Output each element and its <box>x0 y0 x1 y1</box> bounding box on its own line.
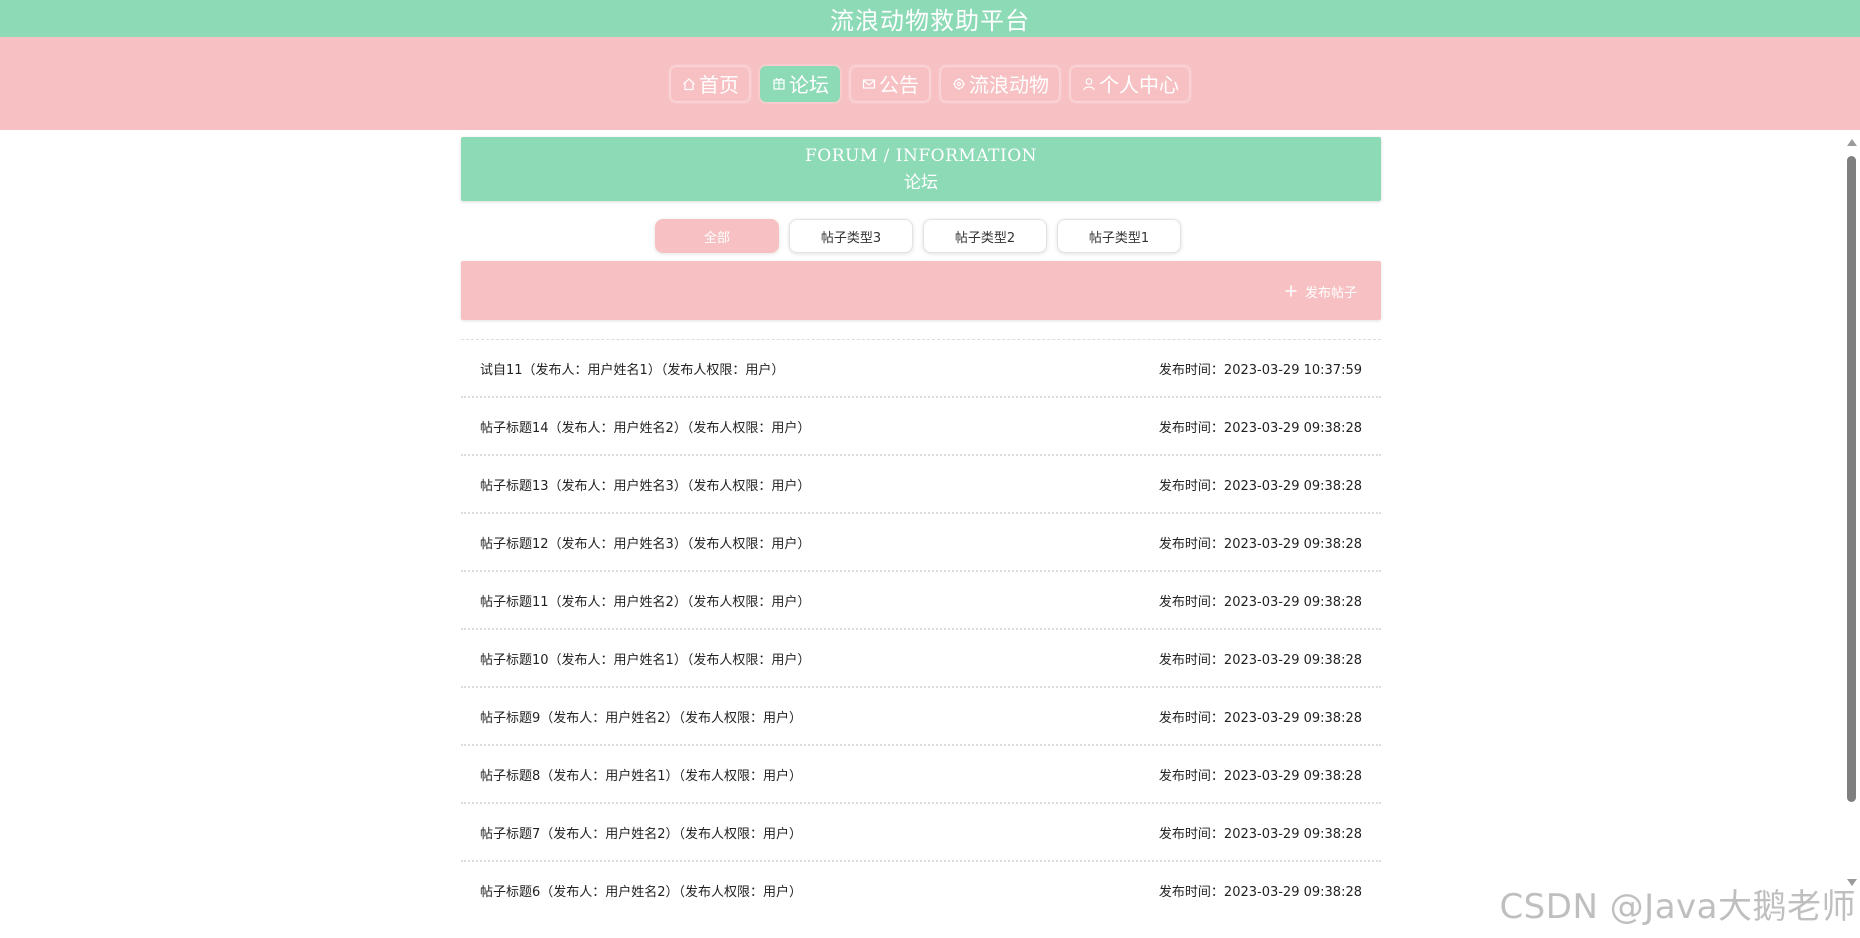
post-list: 试自11（发布人：用户姓名1）（发布人权限：用户） 发布时间：2023-03-2… <box>461 339 1381 900</box>
post-time: 发布时间：2023-03-29 09:38:28 <box>1158 478 1362 494</box>
nav-item-forum[interactable]: 论坛 <box>760 65 840 102</box>
mail-icon <box>861 76 877 92</box>
tab-post-type-3[interactable]: 帖子类型3 <box>789 219 913 253</box>
tab-post-type-1[interactable]: 帖子类型1 <box>1057 219 1181 253</box>
publish-post-button[interactable]: 发布帖子 <box>1284 281 1357 301</box>
list-item[interactable]: 帖子标题14（发布人：用户姓名2）（发布人权限：用户） 发布时间：2023-03… <box>461 398 1381 456</box>
list-item[interactable]: 帖子标题13（发布人：用户姓名3）（发布人权限：用户） 发布时间：2023-03… <box>461 456 1381 514</box>
scroll-up-arrow-icon[interactable] <box>1847 139 1857 146</box>
post-time: 发布时间：2023-03-29 09:38:28 <box>1158 768 1362 784</box>
nav-item-stray-animals[interactable]: 流浪动物 <box>940 65 1060 102</box>
list-item[interactable]: 帖子标题9（发布人：用户姓名2）（发布人权限：用户） 发布时间：2023-03-… <box>461 688 1381 746</box>
post-summary: 帖子标题10（发布人：用户姓名1）（发布人权限：用户） <box>480 652 811 668</box>
list-item[interactable]: 帖子标题7（发布人：用户姓名2）（发布人权限：用户） 发布时间：2023-03-… <box>461 804 1381 862</box>
post-summary: 帖子标题7（发布人：用户姓名2）（发布人权限：用户） <box>480 826 803 842</box>
nav-item-home[interactable]: 首页 <box>670 65 750 102</box>
post-summary: 帖子标题12（发布人：用户姓名3）（发布人权限：用户） <box>480 536 811 552</box>
tab-post-type-2[interactable]: 帖子类型2 <box>923 219 1047 253</box>
post-time: 发布时间：2023-03-29 09:38:28 <box>1158 420 1362 436</box>
post-summary: 帖子标题13（发布人：用户姓名3）（发布人权限：用户） <box>480 478 811 494</box>
post-summary: 帖子标题14（发布人：用户姓名2）（发布人权限：用户） <box>480 420 811 436</box>
paw-icon <box>951 76 967 92</box>
post-time: 发布时间：2023-03-29 09:38:28 <box>1158 594 1362 610</box>
post-time: 发布时间：2023-03-29 10:37:59 <box>1158 362 1362 378</box>
nav-item-notice[interactable]: 公告 <box>850 65 930 102</box>
post-summary: 帖子标题9（发布人：用户姓名2）（发布人权限：用户） <box>480 710 803 726</box>
category-tabs: 全部 帖子类型3 帖子类型2 帖子类型1 <box>655 219 1181 253</box>
list-item[interactable]: 帖子标题12（发布人：用户姓名3）（发布人权限：用户） 发布时间：2023-03… <box>461 514 1381 572</box>
post-time: 发布时间：2023-03-29 09:38:28 <box>1158 652 1362 668</box>
home-icon <box>681 76 697 92</box>
plus-icon <box>1284 284 1298 298</box>
nav-item-label: 首页 <box>699 73 739 97</box>
list-item[interactable]: 帖子标题11（发布人：用户姓名2）（发布人权限：用户） 发布时间：2023-03… <box>461 572 1381 630</box>
vertical-scrollbar[interactable] <box>1843 135 1860 888</box>
post-summary: 帖子标题6（发布人：用户姓名2）（发布人权限：用户） <box>480 884 803 900</box>
banner-english-title: FORUM / INFORMATION <box>804 145 1038 166</box>
post-summary: 试自11（发布人：用户姓名1）（发布人权限：用户） <box>480 362 785 378</box>
post-time: 发布时间：2023-03-29 09:38:28 <box>1158 536 1362 552</box>
nav-item-profile[interactable]: 个人中心 <box>1070 65 1190 102</box>
action-bar: 发布帖子 <box>461 261 1381 320</box>
nav-item-label: 个人中心 <box>1099 73 1179 97</box>
tab-all[interactable]: 全部 <box>655 219 779 253</box>
list-item[interactable]: 试自11（发布人：用户姓名1）（发布人权限：用户） 发布时间：2023-03-2… <box>461 340 1381 398</box>
main-nav: 首页 论坛 公告 流浪动物 个人中心 <box>0 37 1860 130</box>
publish-post-label: 发布帖子 <box>1304 285 1357 301</box>
list-item[interactable]: 帖子标题8（发布人：用户姓名1）（发布人权限：用户） 发布时间：2023-03-… <box>461 746 1381 804</box>
banner-chinese-title: 论坛 <box>904 172 938 193</box>
title-bar: 流浪动物救助平台 <box>0 0 1860 37</box>
post-time: 发布时间：2023-03-29 09:38:28 <box>1158 826 1362 842</box>
nav-item-label: 论坛 <box>789 73 829 97</box>
post-time: 发布时间：2023-03-29 09:38:28 <box>1158 884 1362 900</box>
forum-icon <box>771 76 787 92</box>
user-icon <box>1081 76 1097 92</box>
page-banner: FORUM / INFORMATION 论坛 <box>461 137 1381 201</box>
list-item[interactable]: 帖子标题6（发布人：用户姓名2）（发布人权限：用户） 发布时间：2023-03-… <box>461 862 1381 900</box>
scrollbar-thumb[interactable] <box>1847 156 1856 802</box>
post-summary: 帖子标题8（发布人：用户姓名1）（发布人权限：用户） <box>480 768 803 784</box>
nav-item-label: 流浪动物 <box>969 73 1049 97</box>
list-item[interactable]: 帖子标题10（发布人：用户姓名1）（发布人权限：用户） 发布时间：2023-03… <box>461 630 1381 688</box>
post-summary: 帖子标题11（发布人：用户姓名2）（发布人权限：用户） <box>480 594 811 610</box>
watermark: CSDN @Java大鹅老师 <box>1499 887 1856 927</box>
app-title: 流浪动物救助平台 <box>830 7 1030 35</box>
post-time: 发布时间：2023-03-29 09:38:28 <box>1158 710 1362 726</box>
nav-item-label: 公告 <box>879 73 919 97</box>
